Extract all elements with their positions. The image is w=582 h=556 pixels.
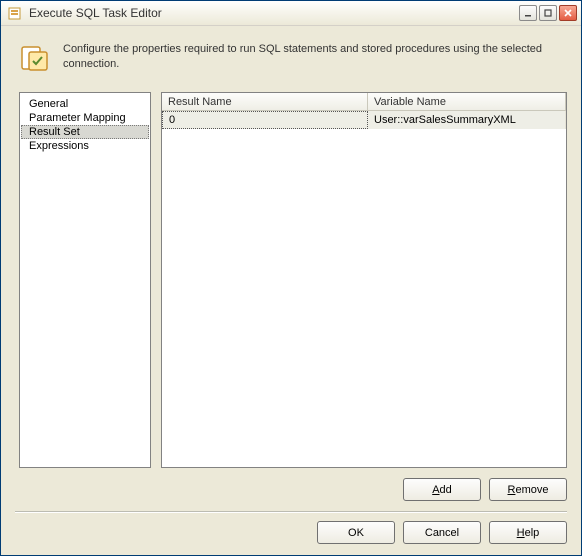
grid-body: 0 User::varSalesSummaryXML xyxy=(162,111,566,467)
nav-item-expressions[interactable]: Expressions xyxy=(21,139,149,153)
nav-panel: General Parameter Mapping Result Set Exp… xyxy=(19,92,151,468)
description-area: Configure the properties required to run… xyxy=(1,26,581,84)
divider xyxy=(15,511,567,513)
table-row[interactable]: 0 User::varSalesSummaryXML xyxy=(162,111,566,129)
cell-variable-name[interactable]: User::varSalesSummaryXML xyxy=(368,111,566,129)
add-button[interactable]: Add xyxy=(403,478,481,501)
maximize-button[interactable] xyxy=(539,5,557,21)
window-title: Execute SQL Task Editor xyxy=(29,6,519,20)
remove-button[interactable]: Remove xyxy=(489,478,567,501)
help-button[interactable]: Help xyxy=(489,521,567,544)
dialog-button-row: OK Cancel Help xyxy=(1,515,581,550)
title-bar: Execute SQL Task Editor xyxy=(1,1,581,26)
window-controls xyxy=(519,5,577,21)
nav-item-result-set[interactable]: Result Set xyxy=(21,125,149,139)
cell-result-name[interactable]: 0 xyxy=(162,111,368,129)
grid-button-row: Add Remove xyxy=(1,472,581,507)
nav-item-general[interactable]: General xyxy=(21,97,149,111)
content-area: General Parameter Mapping Result Set Exp… xyxy=(1,84,581,472)
col-variable-name[interactable]: Variable Name xyxy=(368,93,566,110)
description-text: Configure the properties required to run… xyxy=(63,42,563,72)
nav-item-parameter-mapping[interactable]: Parameter Mapping xyxy=(21,111,149,125)
minimize-button[interactable] xyxy=(519,5,537,21)
ok-button[interactable]: OK xyxy=(317,521,395,544)
col-result-name[interactable]: Result Name xyxy=(162,93,368,110)
cancel-button[interactable]: Cancel xyxy=(403,521,481,544)
grid-header: Result Name Variable Name xyxy=(162,93,566,111)
task-icon xyxy=(19,42,51,74)
close-button[interactable] xyxy=(559,5,577,21)
result-grid: Result Name Variable Name 0 User::varSal… xyxy=(161,92,567,468)
app-icon xyxy=(7,5,23,21)
